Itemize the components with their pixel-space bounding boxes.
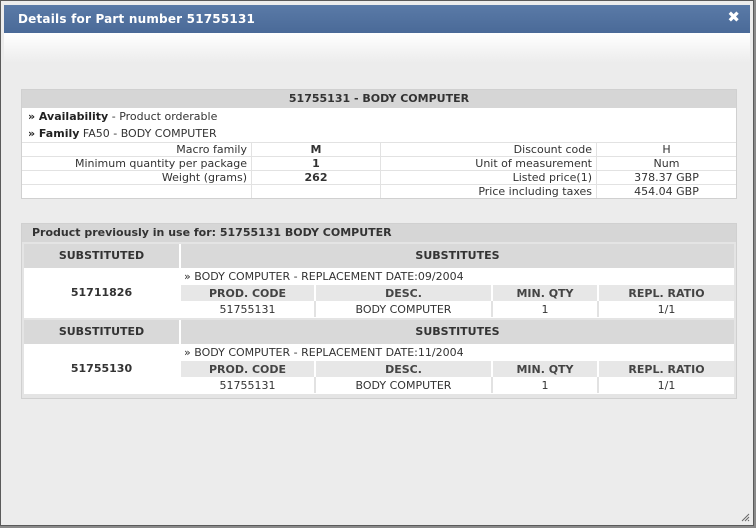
attr-value: M — [251, 142, 381, 157]
col-desc: DESC. — [315, 285, 493, 301]
col-repl-ratio: REPL. RATIO — [598, 361, 734, 377]
col-repl-ratio: REPL. RATIO — [598, 285, 734, 301]
availability-value: - Product orderable — [108, 110, 218, 123]
attr-label: Macro family — [22, 142, 252, 157]
substitutions-header: Product previously in use for: 51755131 … — [22, 224, 736, 242]
table-row: 51755131 BODY COMPUTER 1 1/1 — [181, 377, 734, 393]
replacement-info: » BODY COMPUTER - REPLACEMENT DATE:11/20… — [181, 344, 734, 361]
attr-value: 262 — [251, 170, 381, 185]
min-qty-cell: 1 — [492, 301, 599, 317]
substituted-column-header: SUBSTITUTED — [24, 244, 179, 268]
attr-label — [22, 184, 252, 198]
close-icon[interactable]: ✖ — [727, 9, 740, 25]
substitution-block: SUBSTITUTED 51711826 SUBSTITUTES » BODY … — [24, 244, 734, 318]
substituted-column-header: SUBSTITUTED — [24, 320, 179, 344]
attr-label: Minimum quantity per package — [22, 156, 252, 171]
attr-value: 454.04 GBP — [596, 184, 736, 198]
dialog-title: Details for Part number 51755131 — [18, 12, 256, 26]
attribute-row: Minimum quantity per package 1 Unit of m… — [22, 156, 736, 171]
attr-label: Unit of measurement — [380, 156, 597, 171]
substituted-part-number: 51755130 — [24, 344, 179, 394]
attr-label: Discount code — [380, 142, 597, 157]
product-detail-panel: 51755131 - BODY COMPUTER » Availability … — [21, 89, 737, 199]
attr-value — [251, 184, 381, 198]
substitutes-column-header: SUBSTITUTES — [181, 244, 734, 268]
substitutes-table: PROD. CODE DESC. MIN. QTY REPL. RATIO 51… — [181, 285, 734, 317]
dialog-titlebar[interactable]: Details for Part number 51755131 ✖ — [4, 5, 750, 33]
family-line: » Family FA50 - BODY COMPUTER — [22, 125, 736, 142]
col-prod-code: PROD. CODE — [181, 361, 316, 377]
part-details-dialog: Details for Part number 51755131 ✖ 51755… — [0, 0, 754, 526]
attr-value: 1 — [251, 156, 381, 171]
col-min-qty: MIN. QTY — [492, 285, 599, 301]
col-desc: DESC. — [315, 361, 493, 377]
replacement-info: » BODY COMPUTER - REPLACEMENT DATE:09/20… — [181, 268, 734, 285]
col-prod-code: PROD. CODE — [181, 285, 316, 301]
min-qty-cell: 1 — [492, 377, 599, 393]
family-value: FA50 - BODY COMPUTER — [79, 127, 217, 140]
col-min-qty: MIN. QTY — [492, 361, 599, 377]
repl-ratio-cell: 1/1 — [657, 378, 676, 392]
attr-value: 378.37 GBP — [596, 170, 736, 185]
attr-value: H — [596, 142, 736, 157]
attribute-row: Price including taxes 454.04 GBP — [22, 184, 736, 198]
attributes-table: Macro family M Discount code H Minimum q… — [22, 142, 736, 198]
availability-line: » Availability - Product orderable — [22, 108, 736, 125]
availability-label: » Availability — [28, 110, 109, 123]
product-header: 51755131 - BODY COMPUTER — [22, 90, 736, 108]
attr-label: Price including taxes — [380, 184, 597, 198]
prod-code-cell: 51755131 — [181, 301, 316, 317]
substitutes-column-header: SUBSTITUTES — [181, 320, 734, 344]
desc-cell: BODY COMPUTER — [315, 377, 493, 393]
substitutes-table: PROD. CODE DESC. MIN. QTY REPL. RATIO 51… — [181, 361, 734, 393]
resize-handle-icon[interactable] — [740, 512, 750, 522]
attribute-row: Macro family M Discount code H — [22, 142, 736, 157]
substitution-block: SUBSTITUTED 51755130 SUBSTITUTES » BODY … — [24, 320, 734, 394]
desc-cell: BODY COMPUTER — [315, 301, 493, 317]
attr-value: Num — [596, 156, 736, 171]
table-row: 51755131 BODY COMPUTER 1 1/1 — [181, 301, 734, 317]
family-label: » Family — [28, 127, 80, 140]
attr-label: Listed price(1) — [380, 170, 597, 185]
attribute-row: Weight (grams) 262 Listed price(1) 378.3… — [22, 170, 736, 185]
repl-ratio-cell: 1/1 — [657, 302, 676, 316]
attr-label: Weight (grams) — [22, 170, 252, 185]
substitutions-panel: Product previously in use for: 51755131 … — [21, 223, 737, 399]
prod-code-cell: 51755131 — [181, 377, 316, 393]
substituted-part-number: 51711826 — [24, 268, 179, 318]
